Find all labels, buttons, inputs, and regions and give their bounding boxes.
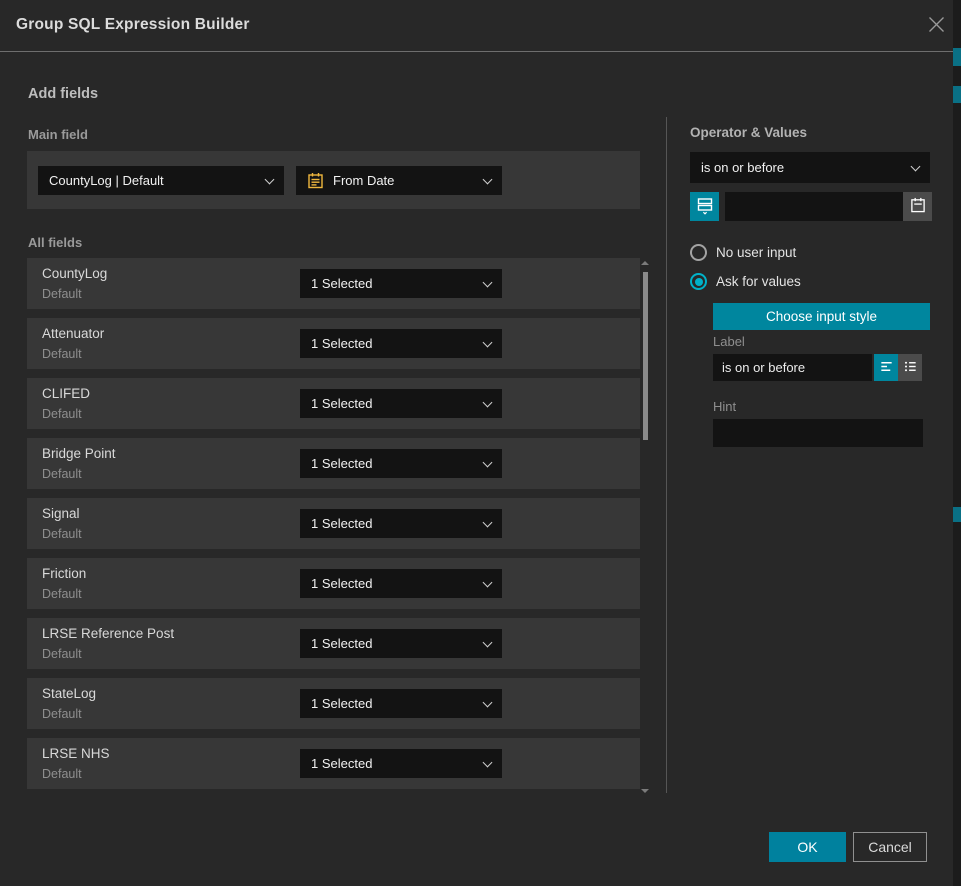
single-input-style-button[interactable] (874, 354, 898, 381)
calendar-icon (307, 172, 324, 189)
field-values-dropdown-value: 1 Selected (311, 696, 372, 711)
operator-dropdown[interactable]: is on or before (690, 152, 930, 183)
radio-selected-icon (690, 273, 707, 290)
scrollbar-down-arrow-icon[interactable] (641, 789, 649, 793)
scrollbar-up-arrow-icon[interactable] (641, 261, 649, 265)
main-layer-dropdown[interactable]: CountyLog | Default (38, 166, 284, 195)
chevron-down-icon (483, 757, 493, 767)
list-input-style-button[interactable] (898, 354, 922, 381)
radio-ask-for-values-label: Ask for values (716, 274, 801, 289)
cancel-button[interactable]: Cancel (853, 832, 927, 862)
stacked-values-icon (696, 196, 714, 218)
field-row: Bridge Point Default 1 Selected (27, 438, 640, 489)
field-values-dropdown-value: 1 Selected (311, 456, 372, 471)
field-values-dropdown-value: 1 Selected (311, 396, 372, 411)
field-row: Signal Default 1 Selected (27, 498, 640, 549)
label-input[interactable] (713, 354, 872, 381)
main-field-dropdown-value: From Date (333, 173, 394, 188)
dialog-title: Group SQL Expression Builder (16, 16, 250, 34)
background-app-edge (953, 0, 961, 886)
value-type-toggle-button[interactable] (690, 192, 719, 221)
bulleted-list-icon (903, 359, 918, 377)
background-accent-fragment (953, 48, 961, 66)
background-accent-fragment (953, 86, 961, 103)
list-scrollbar[interactable] (641, 261, 650, 793)
hint-input[interactable] (713, 419, 923, 447)
field-values-dropdown[interactable]: 1 Selected (300, 569, 502, 598)
field-values-dropdown[interactable]: 1 Selected (300, 689, 502, 718)
panel-divider (666, 117, 667, 793)
field-row: Friction Default 1 Selected (27, 558, 640, 609)
field-values-dropdown[interactable]: 1 Selected (300, 329, 502, 358)
dialog-header: Group SQL Expression Builder (0, 0, 953, 52)
field-values-dropdown[interactable]: 1 Selected (300, 629, 502, 658)
calendar-icon (910, 197, 926, 216)
main-field-label: Main field (28, 127, 88, 142)
all-fields-label: All fields (28, 235, 82, 250)
label-field-label: Label (713, 334, 745, 349)
align-left-icon (879, 359, 894, 377)
field-row: CLIFED Default 1 Selected (27, 378, 640, 429)
chevron-down-icon (483, 397, 493, 407)
value-input[interactable] (725, 192, 903, 221)
radio-ask-for-values[interactable]: Ask for values (690, 273, 801, 290)
field-row: LRSE Reference Post Default 1 Selected (27, 618, 640, 669)
date-picker-button[interactable] (903, 192, 932, 221)
field-values-dropdown-value: 1 Selected (311, 756, 372, 771)
field-row: Attenuator Default 1 Selected (27, 318, 640, 369)
all-fields-list: CountyLog Default 1 Selected Attenuator … (27, 258, 640, 798)
chevron-down-icon (911, 161, 921, 171)
field-values-dropdown-value: 1 Selected (311, 276, 372, 291)
field-row: CountyLog Default 1 Selected (27, 258, 640, 309)
field-values-dropdown-value: 1 Selected (311, 636, 372, 651)
field-values-dropdown[interactable]: 1 Selected (300, 389, 502, 418)
field-row: LRSE NHS Default 1 Selected (27, 738, 640, 789)
chevron-down-icon (483, 517, 493, 527)
chevron-down-icon (483, 457, 493, 467)
radio-no-user-input[interactable]: No user input (690, 244, 796, 261)
chevron-down-icon (483, 277, 493, 287)
scrollbar-thumb[interactable] (643, 272, 648, 440)
ok-button[interactable]: OK (769, 832, 846, 862)
chevron-down-icon (483, 697, 493, 707)
chevron-down-icon (483, 637, 493, 647)
choose-input-style-button[interactable]: Choose input style (713, 303, 930, 330)
add-fields-heading: Add fields (28, 86, 98, 102)
group-sql-expression-builder-dialog: Group SQL Expression Builder Add fields … (0, 0, 961, 886)
field-values-dropdown[interactable]: 1 Selected (300, 509, 502, 538)
operator-dropdown-value: is on or before (701, 160, 784, 175)
main-field-dropdown[interactable]: From Date (296, 166, 502, 195)
field-values-dropdown-value: 1 Selected (311, 516, 372, 531)
close-icon[interactable] (925, 15, 947, 37)
chevron-down-icon (483, 174, 493, 184)
chevron-down-icon (265, 174, 275, 184)
field-row: StateLog Default 1 Selected (27, 678, 640, 729)
main-layer-dropdown-value: CountyLog | Default (49, 173, 164, 188)
background-accent-fragment (953, 507, 961, 522)
operator-values-heading: Operator & Values (690, 125, 807, 140)
field-values-dropdown-value: 1 Selected (311, 336, 372, 351)
chevron-down-icon (483, 337, 493, 347)
field-values-dropdown-value: 1 Selected (311, 576, 372, 591)
field-values-dropdown[interactable]: 1 Selected (300, 269, 502, 298)
hint-field-label: Hint (713, 399, 736, 414)
radio-circle-icon (690, 244, 707, 261)
field-values-dropdown[interactable]: 1 Selected (300, 749, 502, 778)
field-values-dropdown[interactable]: 1 Selected (300, 449, 502, 478)
radio-no-user-input-label: No user input (716, 245, 796, 260)
main-field-panel: CountyLog | Default From Date (27, 151, 640, 209)
chevron-down-icon (483, 577, 493, 587)
